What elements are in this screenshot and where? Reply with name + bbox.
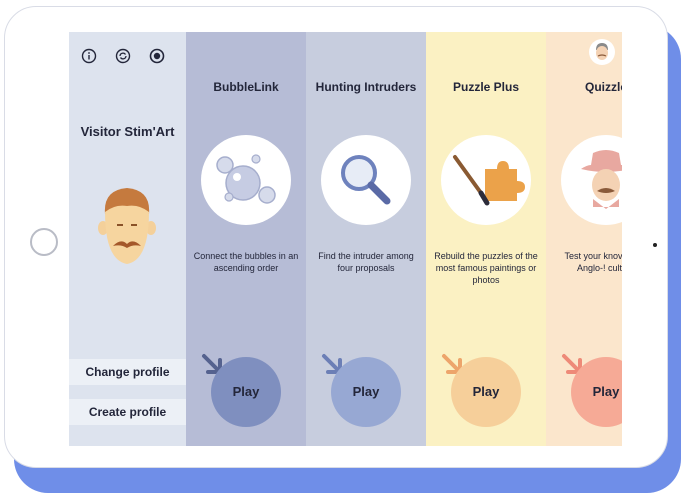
home-button[interactable] xyxy=(30,228,58,256)
refresh-icon[interactable] xyxy=(115,48,131,64)
user-avatar[interactable] xyxy=(589,39,615,65)
game-title: BubbleLink xyxy=(213,80,279,94)
puzzle-brush-icon xyxy=(453,155,525,206)
game-description: Rebuild the puzzles of the most famous p… xyxy=(434,251,538,285)
game-title: Puzzle Plus xyxy=(452,80,520,94)
game-card-bubblelink: BubbleLink Connect the bubbles in an asc… xyxy=(186,32,306,446)
user-face-icon xyxy=(596,43,608,60)
visitor-avatar xyxy=(98,188,156,264)
create-profile-button[interactable]: Create profile xyxy=(69,399,186,425)
game-description: Connect the bubbles in an ascending orde… xyxy=(193,251,299,273)
bubbles-icon xyxy=(216,154,276,204)
visitor-name: Visitor Stim'Art xyxy=(80,124,175,139)
game-title: Hunting Intruders xyxy=(315,80,417,94)
play-button[interactable]: Play xyxy=(211,357,281,427)
profile-sidebar: Visitor Stim'Art Change profile Create p… xyxy=(69,32,186,446)
play-button[interactable]: Play xyxy=(331,357,401,427)
top-icons xyxy=(81,48,165,64)
puzzle-illustration xyxy=(441,135,531,225)
game-description: Test your knov of the Anglo-! culture xyxy=(564,251,622,273)
magnifier-icon xyxy=(341,155,391,205)
game-card-quizzle: Quizzle Test your knov of the Anglo-! cu… xyxy=(546,32,622,446)
cowboy-icon xyxy=(581,150,622,209)
magnifier-illustration xyxy=(321,135,411,225)
game-title: Quizzle xyxy=(584,80,622,94)
cowboy-illustration xyxy=(561,135,622,225)
camera-dot xyxy=(653,243,657,247)
game-card-hunting-intruders: Hunting Intruders Find the intruder amon… xyxy=(306,32,426,446)
game-card-puzzle-plus: Puzzle Plus Rebuild the puzzles of the m… xyxy=(426,32,546,446)
settings-icon[interactable] xyxy=(149,48,165,64)
game-description: Find the intruder among four proposals xyxy=(318,251,414,273)
app-screen: Visitor Stim'Art Change profile Create p… xyxy=(69,32,622,446)
change-profile-button[interactable]: Change profile xyxy=(69,359,186,385)
info-icon[interactable] xyxy=(81,48,97,64)
bubbles-illustration xyxy=(201,135,291,225)
play-button[interactable]: Play xyxy=(451,357,521,427)
